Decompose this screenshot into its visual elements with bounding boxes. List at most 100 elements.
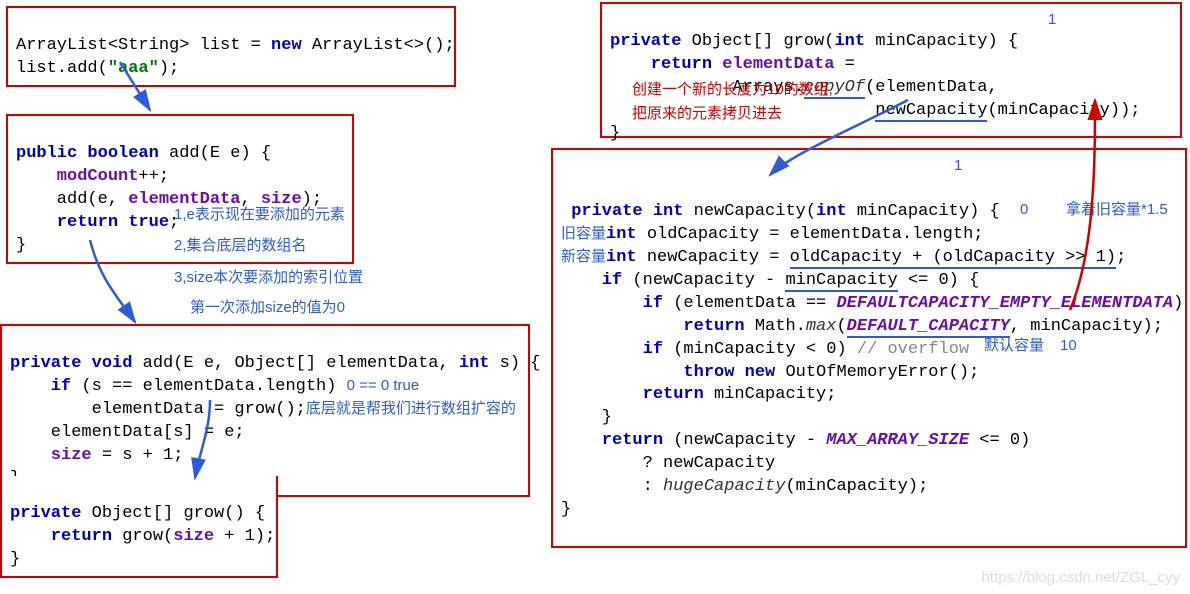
- code-text: add(E e) {: [159, 144, 271, 163]
- keyword: return: [16, 213, 128, 232]
- code-text: Math.: [745, 317, 806, 336]
- keyword: int: [606, 248, 637, 267]
- annotation: 创建一个新的长度为10的数组,: [632, 80, 833, 100]
- keyword: return: [10, 527, 112, 546]
- annotation: 3,size本次要添加的索引位置: [174, 268, 363, 288]
- code-text: ++;: [138, 167, 169, 186]
- annotation: 把原来的元素拷贝进去: [632, 104, 782, 124]
- code-box-grow0: private Object[] grow() { return grow(si…: [0, 476, 278, 578]
- keyword: private void: [10, 354, 132, 373]
- code-text: ? newCapacity: [561, 454, 775, 473]
- code-text: }: [561, 500, 571, 519]
- method: newCapacity: [875, 101, 987, 122]
- code-text: add(E e, Object[] elementData,: [132, 354, 458, 373]
- code-text: minCapacity;: [704, 385, 837, 404]
- code-text: s) {: [489, 354, 540, 373]
- annotation: 1,e表示现在要添加的元素: [174, 205, 345, 225]
- code-text: (newCapacity -: [622, 271, 785, 290]
- code-text: elementData[s] = e;: [10, 423, 245, 442]
- code-text: }: [10, 550, 20, 569]
- code-text: Object[] grow(: [681, 32, 834, 51]
- annotation: 旧容量: [561, 225, 606, 242]
- code-text: }: [610, 124, 620, 143]
- code-text: minCapacity) {: [847, 202, 1000, 221]
- keyword: private: [10, 504, 81, 523]
- method: hugeCapacity: [663, 477, 785, 496]
- constant: DEFAULTCAPACITY_EMPTY_ELEMENTDATA: [836, 294, 1173, 313]
- code-text: ArrayList<String> list =: [16, 36, 271, 55]
- annotation: 第一次添加size的值为0: [190, 298, 345, 318]
- code-text: add(e,: [16, 190, 128, 209]
- code-text: (newCapacity -: [663, 431, 826, 450]
- annotation: 1: [1048, 10, 1056, 30]
- keyword: return: [561, 317, 745, 336]
- code-text: (elementData,: [865, 78, 998, 97]
- code-text: elementData = grow();: [10, 400, 306, 419]
- code-box-caller: ArrayList<String> list = new ArrayList<>…: [6, 6, 456, 87]
- field: modCount: [16, 167, 138, 186]
- code-text: );: [159, 59, 179, 78]
- keyword: throw new: [561, 363, 775, 382]
- code-text: ArrayList<>();: [302, 36, 455, 55]
- constant: MAX_ARRAY_SIZE: [826, 431, 969, 450]
- annotation: 新容量: [561, 248, 606, 265]
- annotation: 2,集合底层的数组名: [174, 236, 307, 256]
- annotation: 10: [1060, 336, 1077, 356]
- code-text: (: [836, 317, 846, 336]
- code-text: (s == elementData.length): [71, 377, 336, 396]
- string-literal: "aaa": [108, 59, 159, 78]
- code-text: oldCapacity = elementData.length;: [637, 225, 984, 244]
- keyword: private int: [571, 202, 683, 221]
- code-text: <= 0): [969, 431, 1030, 450]
- code-text: = s + 1;: [92, 446, 184, 465]
- code-text: (minCapacity < 0): [663, 340, 857, 359]
- code-text: list.add(: [16, 59, 108, 78]
- annotation: 默认容量: [984, 336, 1044, 356]
- code-text: =: [834, 55, 854, 74]
- code-text: :: [561, 477, 663, 496]
- keyword: if: [561, 294, 663, 313]
- code-text: + 1);: [214, 527, 275, 546]
- keyword: if: [561, 340, 663, 359]
- code-text: ;: [1116, 248, 1126, 267]
- code-text: newCapacity(: [683, 202, 816, 221]
- code-text: grow(: [112, 527, 173, 546]
- annotation: 1: [954, 156, 962, 176]
- keyword: if: [561, 271, 622, 290]
- expr: oldCapacity + (oldCapacity >> 1): [790, 248, 1116, 269]
- code-text: (minCapacity));: [987, 101, 1140, 120]
- annotation: 0: [1020, 200, 1028, 220]
- field: size: [10, 446, 92, 465]
- keyword: return: [561, 385, 704, 404]
- code-text: ): [1173, 294, 1183, 313]
- keyword: return: [610, 55, 722, 74]
- code-text: }: [561, 408, 612, 427]
- ident: minCapacity: [785, 271, 897, 292]
- annotation: 拿着旧容量*1.5: [1066, 200, 1168, 220]
- method: max: [806, 317, 837, 336]
- keyword: int: [816, 202, 847, 221]
- keyword: return: [561, 431, 663, 450]
- code-text: <= 0) {: [898, 271, 980, 290]
- field: elementData: [722, 55, 834, 74]
- keyword: int: [459, 354, 490, 373]
- code-text: , minCapacity);: [1010, 317, 1163, 336]
- code-text: minCapacity) {: [865, 32, 1018, 51]
- keyword: private: [610, 32, 681, 51]
- code-text: (elementData ==: [663, 294, 836, 313]
- keyword: int: [834, 32, 865, 51]
- code-box-add-eos: private void add(E e, Object[] elementDa…: [0, 324, 530, 497]
- keyword-new: new: [271, 36, 302, 55]
- comment: // overflow: [857, 340, 969, 359]
- field: size: [173, 527, 214, 546]
- annotation: 底层就是帮我们进行数组扩容的: [306, 400, 516, 417]
- keyword: public boolean: [16, 144, 159, 163]
- constant: DEFAULT_CAPACITY: [847, 317, 1010, 338]
- code-text: (minCapacity);: [785, 477, 928, 496]
- watermark: https://blog.csdn.net/ZGL_cyy: [982, 568, 1180, 588]
- annotation: 0 == 0 true: [347, 377, 420, 394]
- keyword: if: [10, 377, 71, 396]
- keyword: int: [606, 225, 637, 244]
- literal: true: [128, 213, 169, 232]
- code-text: OutOfMemoryError();: [775, 363, 979, 382]
